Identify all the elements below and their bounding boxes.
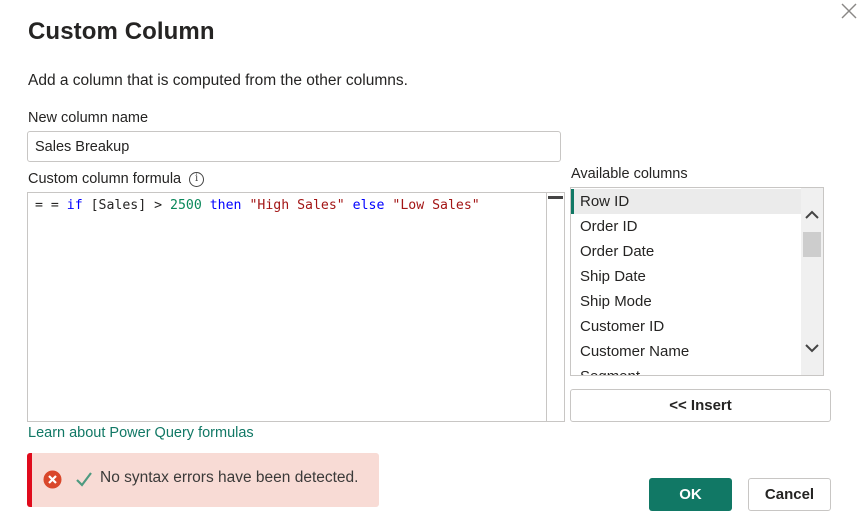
formula-token-str: "Low Sales" [392, 198, 480, 213]
error-circle-icon [43, 470, 62, 489]
cancel-button[interactable]: Cancel [748, 478, 831, 511]
info-icon[interactable]: i [189, 171, 205, 187]
formula-code[interactable]: = = if [Sales] > 2500 then "High Sales" … [35, 198, 480, 213]
formula-editor[interactable]: = = if [Sales] > 2500 then "High Sales" … [27, 192, 565, 422]
available-column-item[interactable]: Ship Mode [571, 289, 803, 314]
formula-scroll-thumb[interactable] [548, 196, 563, 199]
scroll-up-button[interactable] [804, 208, 820, 222]
scroll-down-button[interactable] [804, 341, 820, 355]
insert-button[interactable]: << Insert [570, 389, 831, 422]
formula-token-kw: then [209, 198, 242, 213]
formula-token-kw: else [352, 198, 385, 213]
dialog-subtitle: Add a column that is computed from the o… [28, 72, 408, 89]
checkmark-icon [76, 472, 92, 487]
close-button[interactable] [838, 0, 860, 22]
available-columns-list[interactable]: Row ID Order ID Order Date Ship Date Ship Mo… [570, 187, 824, 376]
formula-token-op [345, 198, 353, 213]
available-columns-label: Available columns [571, 166, 688, 182]
scroll-thumb[interactable] [803, 232, 821, 257]
formula-label-row: Custom column formula i [28, 171, 205, 187]
syntax-status-text: No syntax errors have been detected. [100, 469, 359, 486]
available-column-item[interactable]: Order Date [571, 239, 803, 264]
formula-token-kw: if [66, 198, 83, 213]
formula-token-op: [Sales] > [82, 198, 170, 213]
learn-power-query-link[interactable]: Learn about Power Query formulas [28, 425, 254, 441]
formula-token-op: = = [35, 198, 67, 213]
chevron-up-icon [805, 210, 819, 219]
new-column-name-label: New column name [28, 110, 149, 126]
formula-token-op [202, 198, 210, 213]
syntax-status-bar: No syntax errors have been detected. [27, 453, 379, 507]
available-column-item[interactable]: Customer ID [571, 314, 803, 339]
available-columns-scrollbar[interactable] [801, 188, 823, 375]
chevron-down-icon [805, 344, 819, 353]
formula-token-str: "High Sales" [249, 198, 345, 213]
ok-button[interactable]: OK [649, 478, 732, 511]
available-column-item[interactable]: Customer Name [571, 339, 803, 364]
dialog-title: Custom Column [28, 18, 215, 45]
close-icon [841, 3, 857, 19]
available-column-item[interactable]: Ship Date [571, 264, 803, 289]
available-column-item[interactable]: Row ID [571, 189, 803, 214]
custom-column-formula-label: Custom column formula [28, 171, 182, 187]
available-column-item[interactable]: Order ID [571, 214, 803, 239]
new-column-name-input[interactable] [27, 131, 561, 162]
formula-scrollbar[interactable] [546, 193, 564, 421]
formula-token-num: 2500 [170, 198, 202, 213]
custom-column-dialog: Custom Column Add a column that is compu… [0, 0, 866, 526]
available-column-item[interactable]: Segment [571, 364, 803, 375]
